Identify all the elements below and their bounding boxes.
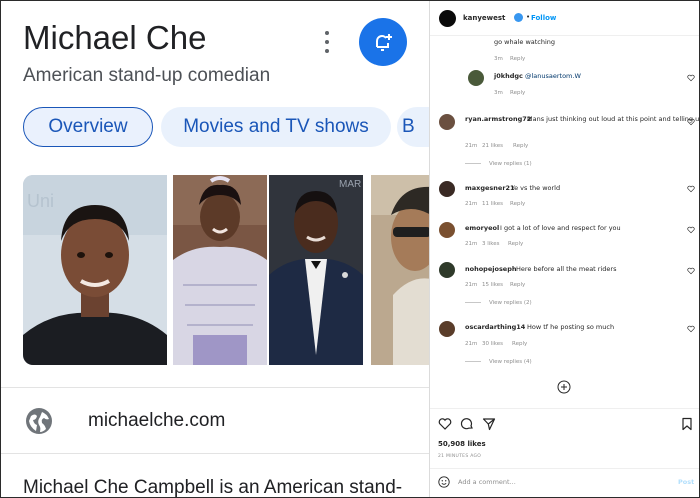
like-comment-heart-icon[interactable] — [687, 118, 695, 126]
comment-text: go whale watching — [494, 38, 556, 46]
comment-likes[interactable]: 11 likes — [482, 201, 503, 207]
comment-time: 21m — [465, 341, 478, 347]
comment-line: emoryeol — [465, 224, 499, 232]
comment-likes[interactable]: 3 likes — [482, 241, 500, 247]
reply-button[interactable]: Reply — [510, 90, 525, 96]
comment-username[interactable]: oscardarthing14 — [465, 323, 525, 331]
actions-divider — [430, 408, 699, 409]
view-replies-button[interactable]: View replies (2) — [465, 300, 532, 306]
view-replies-label: View replies (1) — [489, 161, 532, 167]
comment-text: How tf he posting so much — [527, 323, 615, 331]
comment-time: 21m — [465, 241, 478, 247]
avatar[interactable] — [439, 114, 455, 130]
post-timestamp: 21 MINUTES AGO — [438, 454, 482, 459]
instagram-post-panel: kanyewest • Follow go whale watching 3m … — [429, 1, 700, 497]
comment-line: j0khdgc @lanusaertom.W — [494, 72, 581, 80]
reply-button[interactable]: Reply — [508, 241, 523, 247]
view-replies-button[interactable]: View replies (1) — [465, 161, 532, 167]
verified-badge-icon — [514, 13, 523, 22]
comment-text: Mans just thinking out loud at this poin… — [527, 115, 700, 123]
tab-movies-tv[interactable]: Movies and TV shows — [161, 107, 391, 147]
divider — [1, 387, 429, 388]
entity-subtitle: American stand-up comedian — [23, 65, 271, 86]
avatar[interactable] — [439, 222, 455, 238]
comment-text: I got a lot of love and respect for you — [500, 224, 621, 232]
comment-time: 21m — [465, 282, 478, 288]
comment-time: 3m — [494, 56, 503, 62]
like-comment-heart-icon[interactable] — [687, 74, 695, 82]
reply-button[interactable]: Reply — [510, 201, 525, 207]
comment-line: oscardarthing14 — [465, 323, 525, 331]
heart-icon[interactable] — [438, 417, 452, 431]
divider — [1, 453, 429, 454]
avatar[interactable] — [468, 70, 484, 86]
comment-time: 3m — [494, 90, 503, 96]
comment-icon[interactable] — [460, 417, 474, 431]
tab-partial[interactable]: B — [397, 107, 429, 147]
screen: Michael Che American stand-up comedian O… — [0, 0, 700, 498]
likes-count[interactable]: 50,908 likes — [438, 440, 486, 448]
view-replies-label: View replies (2) — [489, 300, 532, 306]
bell-add-icon — [376, 34, 392, 51]
avatar[interactable] — [439, 262, 455, 278]
post-header: kanyewest • Follow — [430, 1, 699, 36]
backdrop-text: Uni — [27, 191, 54, 211]
reply-button[interactable]: Reply — [510, 282, 525, 288]
entity-title: Michael Che — [23, 19, 207, 56]
tab-overview[interactable]: Overview — [23, 107, 153, 147]
comment-username[interactable]: ryan.armstrong72 — [465, 115, 531, 123]
comment-username[interactable]: maxgesner21 — [465, 184, 515, 192]
plus-circle-icon[interactable] — [557, 380, 571, 394]
globe-icon — [26, 408, 52, 434]
post-comment-button[interactable]: Post — [678, 478, 694, 486]
entity-description: Michael Che Campbell is an American stan… — [23, 477, 403, 498]
avatar[interactable] — [439, 181, 455, 197]
reply-button[interactable]: Reply — [510, 56, 525, 62]
comment-time: 21m — [465, 201, 478, 207]
emoji-icon[interactable] — [438, 476, 450, 488]
reply-button[interactable]: Reply — [512, 341, 527, 347]
comment-text: Ye vs the world — [511, 184, 561, 192]
comment-text: Here before all the meat riders — [516, 265, 617, 273]
comment-username[interactable]: emoryeol — [465, 224, 499, 232]
share-icon[interactable] — [482, 417, 496, 431]
comment-mention[interactable]: @lanusaertom.W — [525, 72, 581, 80]
follow-bell-button[interactable] — [359, 18, 407, 66]
website-link[interactable]: michaelche.com — [88, 410, 225, 432]
comment-likes[interactable]: 21 likes — [482, 143, 503, 149]
like-comment-heart-icon[interactable] — [687, 226, 695, 234]
comment-time: 21m — [465, 143, 478, 149]
image-related-4[interactable] — [371, 175, 429, 365]
separator-dot: • — [526, 13, 531, 21]
comment-likes[interactable]: 15 likes — [482, 282, 503, 288]
like-comment-heart-icon[interactable] — [687, 185, 695, 193]
image-michael-che-3[interactable]: MAR — [269, 175, 363, 365]
bookmark-icon[interactable] — [680, 417, 694, 431]
like-comment-heart-icon[interactable] — [687, 267, 695, 275]
image-related-2[interactable] — [173, 175, 267, 365]
follow-button[interactable]: Follow — [531, 14, 556, 22]
more-vert-icon[interactable] — [319, 31, 335, 53]
comment-line: maxgesner21 — [465, 184, 515, 192]
comment-username[interactable]: j0khdgc — [494, 72, 523, 80]
avatar[interactable] — [439, 321, 455, 337]
reply-button[interactable]: Reply — [513, 143, 528, 149]
add-comment-input[interactable] — [458, 475, 658, 489]
backdrop-text: MAR — [339, 179, 361, 190]
knowledge-panel: Michael Che American stand-up comedian O… — [1, 1, 429, 498]
comment-line: nohopejoseph — [465, 265, 517, 273]
comment-username[interactable]: nohopejoseph — [465, 265, 517, 273]
avatar[interactable] — [439, 10, 456, 27]
comment-likes[interactable]: 30 likes — [482, 341, 503, 347]
view-replies-button[interactable]: View replies (4) — [465, 359, 532, 365]
view-replies-label: View replies (4) — [489, 359, 532, 365]
like-comment-heart-icon[interactable] — [687, 325, 695, 333]
post-username[interactable]: kanyewest — [463, 14, 505, 22]
comment-line: ryan.armstrong72 — [465, 115, 531, 123]
image-michael-che-1[interactable]: Uni — [23, 175, 167, 365]
